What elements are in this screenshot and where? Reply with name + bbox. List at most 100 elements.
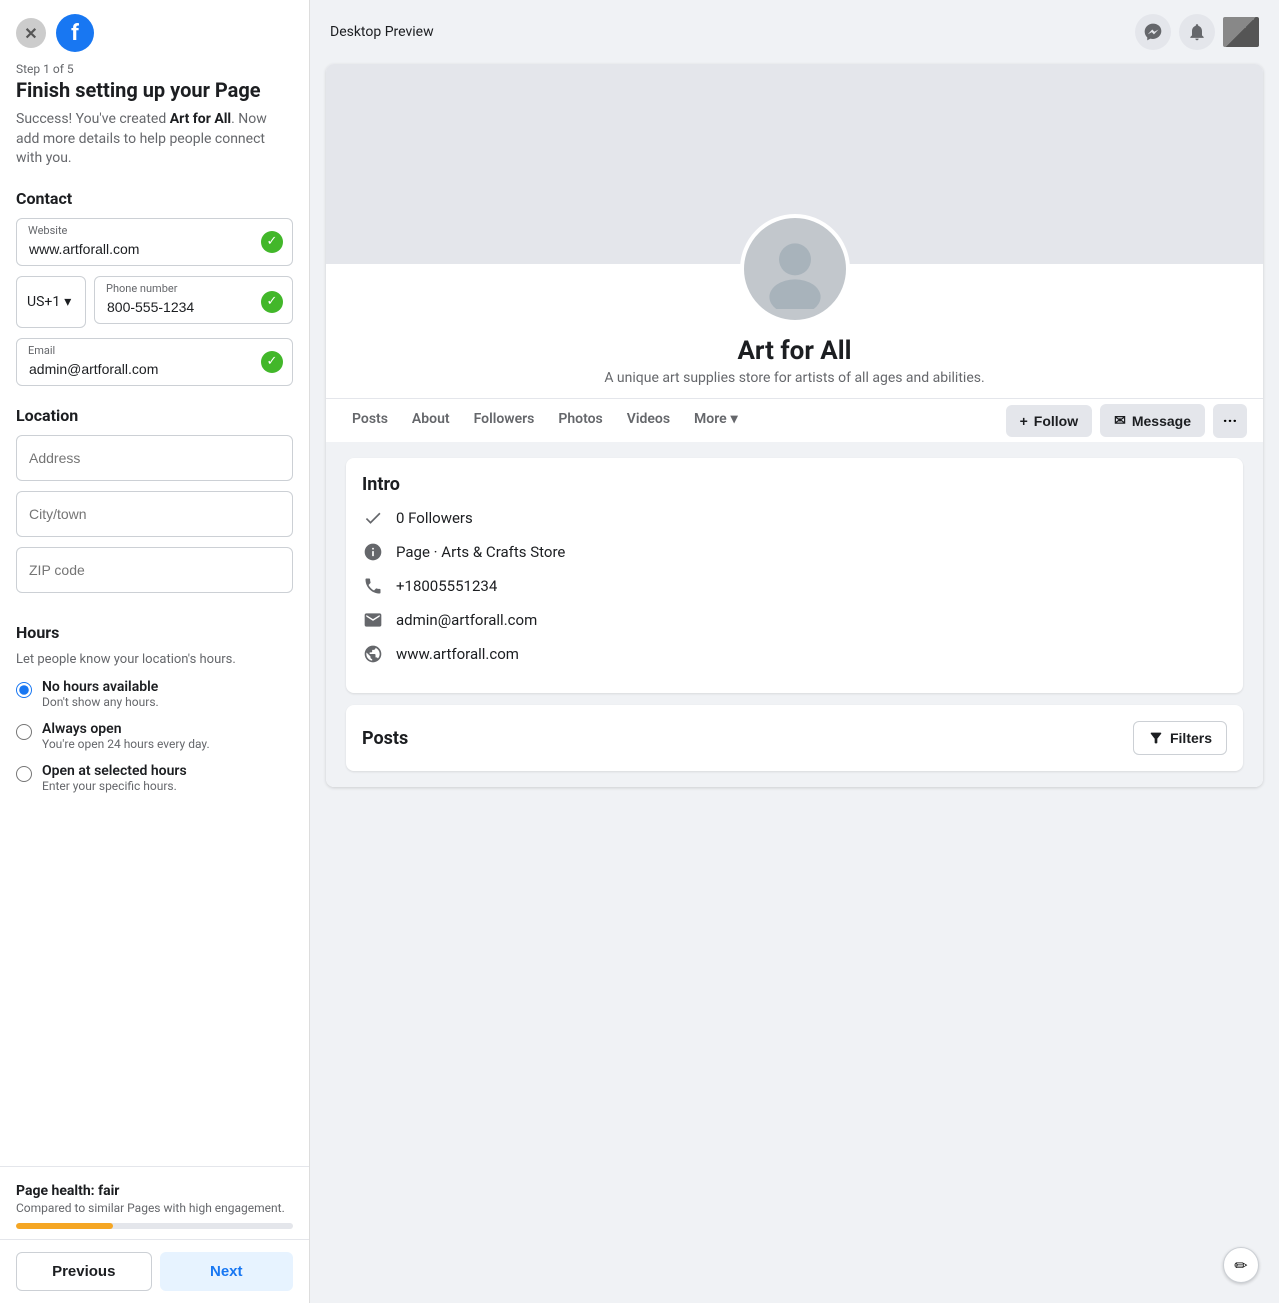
intro-website: www.artforall.com — [362, 643, 1227, 665]
phone-input-group: Phone number ✓ — [94, 276, 293, 328]
intro-page-type: Page · Arts & Crafts Store — [362, 541, 1227, 563]
step-description: Success! You've created Art for All. Now… — [16, 110, 293, 169]
filters-icon — [1148, 730, 1164, 746]
phone-row: US+1 ▾ Phone number ✓ — [16, 276, 293, 328]
filters-label: Filters — [1170, 730, 1212, 746]
messenger-icon-btn[interactable] — [1135, 14, 1171, 50]
tab-followers[interactable]: Followers — [464, 399, 545, 442]
city-input[interactable] — [16, 491, 293, 537]
ellipsis-icon: ··· — [1223, 411, 1237, 430]
address-input[interactable] — [16, 435, 293, 481]
email-input[interactable] — [16, 338, 293, 386]
close-icon: ✕ — [24, 24, 37, 43]
message-button[interactable]: ✉ Message — [1100, 404, 1205, 437]
preview-header-icons — [1135, 14, 1259, 50]
followers-icon — [362, 507, 384, 529]
hours-always-open-label: Always open — [42, 721, 210, 737]
tab-videos[interactable]: Videos — [617, 399, 680, 442]
more-label: More — [694, 411, 727, 427]
edit-float-button[interactable]: ✏ — [1223, 1247, 1259, 1283]
location-section: Location — [16, 406, 293, 603]
step-title: Finish setting up your Page — [16, 78, 293, 102]
location-section-title: Location — [16, 406, 293, 425]
intro-email: admin@artforall.com — [362, 609, 1227, 631]
page-name: Art for All — [346, 336, 1243, 366]
hours-radio-selected-hours[interactable] — [16, 766, 32, 782]
preview-wrapper: Art for All A unique art supplies store … — [310, 64, 1279, 1303]
health-bar-background — [16, 1223, 293, 1229]
hours-radio-no-hours[interactable] — [16, 682, 32, 698]
profile-picture — [740, 214, 850, 324]
website-label: Website — [28, 224, 67, 237]
posts-title: Posts — [362, 728, 408, 749]
hours-option-selected-hours[interactable]: Open at selected hours Enter your specif… — [16, 763, 293, 793]
health-title: Page health: fair — [16, 1183, 293, 1199]
hours-selected-desc: Enter your specific hours. — [42, 779, 187, 793]
posts-card-header: Posts Filters — [362, 721, 1227, 755]
hours-always-open-desc: You're open 24 hours every day. — [42, 737, 210, 751]
intro-email-value: admin@artforall.com — [396, 611, 537, 629]
tab-about[interactable]: About — [402, 399, 460, 442]
globe-icon — [362, 643, 384, 665]
previous-button[interactable]: Previous — [16, 1252, 152, 1291]
email-input-group: Email ✓ — [16, 338, 293, 386]
followers-count: 0 Followers — [396, 509, 473, 527]
user-thumbnail — [1223, 17, 1259, 47]
hours-section: Hours Let people know your location's ho… — [16, 623, 293, 793]
intro-followers: 0 Followers — [362, 507, 1227, 529]
step-label: Step 1 of 5 — [16, 62, 293, 76]
hours-option-no-hours[interactable]: No hours available Don't show any hours. — [16, 679, 293, 709]
phone-icon — [362, 575, 384, 597]
page-type-label: Page · Arts & Crafts Store — [396, 543, 565, 561]
page-info: Art for All A unique art supplies store … — [326, 324, 1263, 386]
hours-no-hours-desc: Don't show any hours. — [42, 695, 159, 709]
message-icon: ✉ — [1114, 412, 1126, 429]
hours-option-always-open[interactable]: Always open You're open 24 hours every d… — [16, 721, 293, 751]
email-icon — [362, 609, 384, 631]
posts-card: Posts Filters — [346, 705, 1243, 771]
intro-card: Intro 0 Followers — [346, 458, 1243, 693]
tab-posts[interactable]: Posts — [342, 399, 398, 442]
more-actions-button[interactable]: ··· — [1213, 404, 1247, 438]
next-button[interactable]: Next — [160, 1252, 294, 1291]
edit-icon: ✏ — [1234, 1256, 1247, 1275]
message-label: Message — [1132, 413, 1191, 429]
chevron-down-icon: ▾ — [64, 294, 71, 310]
country-code-select[interactable]: US+1 ▾ — [16, 276, 86, 328]
email-label: Email — [28, 344, 55, 357]
phone-check-icon: ✓ — [261, 291, 283, 313]
hours-selected-label: Open at selected hours — [42, 763, 187, 779]
phone-label: Phone number — [106, 282, 177, 295]
follow-label: Follow — [1034, 413, 1078, 429]
left-panel: ✕ f Step 1 of 5 Finish setting up your P… — [0, 0, 310, 1303]
left-header: ✕ f — [0, 0, 309, 62]
close-button[interactable]: ✕ — [16, 18, 46, 48]
facebook-preview-frame: Art for All A unique art supplies store … — [326, 64, 1263, 787]
page-health-section: Page health: fair Compared to similar Pa… — [0, 1166, 309, 1239]
profile-picture-area — [326, 214, 1263, 324]
health-desc: Compared to similar Pages with high enga… — [16, 1201, 293, 1215]
hours-radio-always-open[interactable] — [16, 724, 32, 740]
hours-section-title: Hours — [16, 623, 293, 642]
tab-photos[interactable]: Photos — [548, 399, 612, 442]
bottom-navigation: Previous Next — [0, 1239, 309, 1303]
info-icon — [362, 541, 384, 563]
intro-phone: +18005551234 — [362, 575, 1227, 597]
email-check-icon: ✓ — [261, 351, 283, 373]
intro-phone-value: +18005551234 — [396, 577, 497, 595]
avatar-svg — [755, 229, 835, 309]
filters-button[interactable]: Filters — [1133, 721, 1227, 755]
tab-more[interactable]: More ▾ — [684, 399, 748, 442]
preview-header: Desktop Preview — [310, 0, 1279, 64]
website-input-group: Website ✓ — [16, 218, 293, 266]
notifications-icon-btn[interactable] — [1179, 14, 1215, 50]
country-code-label: US+1 — [27, 294, 60, 310]
page-main-content: Intro 0 Followers — [326, 442, 1263, 787]
chevron-down-icon: ▾ — [731, 411, 738, 427]
follow-button[interactable]: + Follow — [1006, 405, 1093, 437]
intro-card-title: Intro — [362, 474, 1227, 495]
contact-section-title: Contact — [16, 189, 293, 208]
zip-input[interactable] — [16, 547, 293, 593]
website-check-icon: ✓ — [261, 231, 283, 253]
intro-website-value: www.artforall.com — [396, 645, 519, 663]
